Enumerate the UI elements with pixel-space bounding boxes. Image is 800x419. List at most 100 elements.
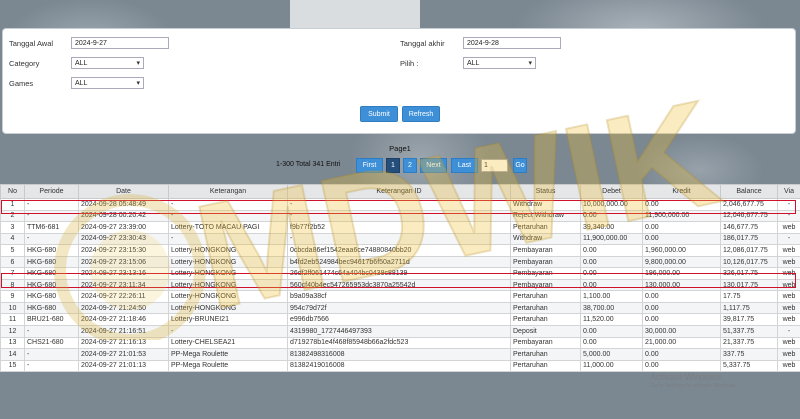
- row-keterangan: Lottery-HONGKONG: [168, 278, 288, 292]
- row-periode: -: [24, 198, 79, 211]
- row-keterangan: -: [168, 209, 288, 223]
- games-select-value: ALL: [75, 80, 88, 87]
- page-1-button[interactable]: 1: [386, 158, 400, 173]
- column-header: Debet: [580, 184, 643, 199]
- row-status: Pertaruhan: [510, 348, 581, 361]
- row-keterangan-id[interactable]: b9a09a38cf: [287, 290, 511, 303]
- next-page-button[interactable]: Next: [420, 158, 447, 173]
- filter-panel: Tanggal Awal 2024-9-27 Tanggal akhir 202…: [2, 28, 796, 134]
- row-status: Pertaruhan: [510, 313, 581, 326]
- windows-activation-line2: Go to Settings to activate Windows.: [650, 383, 737, 389]
- row-balance: 21,337.75: [720, 336, 778, 350]
- row-date: 2024-09-27 21:16:51: [78, 325, 169, 338]
- row-keterangan-id[interactable]: d719278b1e4f468f85948b66a2fdc523: [287, 336, 511, 350]
- row-date: 2024-09-28 05:48:49: [78, 198, 169, 211]
- row-keterangan-id[interactable]: 560cf40b4ec547265953dc3870a25542d: [287, 278, 511, 292]
- row-periode: -: [24, 359, 79, 373]
- table-row: 7 HKG-680 2024-09-27 23:13:16 Lottery-HONGK…: [0, 267, 800, 280]
- row-debet: 0.00: [580, 325, 643, 338]
- first-page-button[interactable]: First: [356, 158, 383, 173]
- column-header: Keterangan ID: [287, 184, 511, 199]
- tanggal-awal-label: Tanggal Awal: [9, 39, 54, 48]
- row-debet: 5,000.00: [580, 348, 643, 361]
- row-keterangan: Lottery-CHELSEA21: [168, 336, 288, 350]
- table-row: 8 HKG-680 2024-09-27 23:11:34 Lottery-HONGK…: [0, 278, 800, 292]
- row-via: -: [777, 198, 800, 211]
- row-keterangan: Lottery-HONGKONG: [168, 267, 288, 280]
- games-select[interactable]: ALL ▾: [71, 77, 144, 89]
- windows-activation-line1: Activate Windows: [650, 372, 722, 382]
- row-number: 1: [0, 198, 25, 211]
- table-row: 13 CHS21-680 2024-09-27 21:16:13 Lottery-CH…: [0, 336, 800, 350]
- top-banner-strip: [290, 0, 420, 28]
- row-number: 10: [0, 301, 25, 315]
- row-periode: HKG-680: [24, 290, 79, 303]
- row-periode: -: [24, 209, 79, 223]
- row-keterangan-id: -: [287, 232, 511, 246]
- row-keterangan-id: 4319980_1727446497393: [287, 325, 511, 338]
- column-header: No: [0, 184, 25, 199]
- category-label: Category: [9, 59, 40, 68]
- column-header: Via: [777, 184, 800, 199]
- row-number: 12: [0, 325, 25, 338]
- last-page-button[interactable]: Last: [451, 158, 478, 173]
- row-status: Pembayaran: [510, 267, 581, 280]
- column-header: Date: [78, 184, 169, 199]
- row-date: 2024-09-27 23:11:34: [78, 278, 169, 292]
- table-row: 3 TTM6-681 2024-09-27 23:39:00 Lottery-TOTO…: [0, 221, 800, 234]
- tanggal-awal-input[interactable]: 2024-9-27: [71, 37, 169, 49]
- row-kredit: 0.00: [642, 348, 721, 361]
- page-number-input[interactable]: 1: [481, 159, 508, 172]
- row-status: Deposit: [510, 325, 581, 338]
- row-number: 7: [0, 267, 25, 280]
- row-status: Pertaruhan: [510, 290, 581, 303]
- row-date: 2024-09-27 23:30:43: [78, 232, 169, 246]
- pilih-select[interactable]: ALL ▾: [463, 57, 536, 69]
- row-debet: 11,900,000.00: [580, 232, 643, 246]
- tanggal-akhir-input[interactable]: 2024-9-28: [463, 37, 561, 49]
- row-kredit: 0.00: [642, 290, 721, 303]
- row-status: Pembayaran: [510, 278, 581, 292]
- row-keterangan-id[interactable]: 81382498316008: [287, 348, 511, 361]
- chevron-down-icon: ▾: [528, 60, 532, 67]
- row-keterangan-id[interactable]: f9b77f2b52: [287, 221, 511, 234]
- row-via: -: [777, 209, 800, 223]
- row-debet: 0.00: [580, 267, 643, 280]
- row-kredit: 30,000.00: [642, 325, 721, 338]
- category-select[interactable]: ALL ▾: [71, 57, 144, 69]
- page-2-button[interactable]: 2: [403, 158, 417, 173]
- submit-button[interactable]: Submit: [360, 106, 398, 122]
- row-number: 4: [0, 232, 25, 246]
- row-keterangan-id[interactable]: 0cbcda86ef1542eaa6ce74880840bb20: [287, 244, 511, 257]
- row-via: web: [777, 255, 800, 269]
- row-kredit: 11,900,000.00: [642, 209, 721, 223]
- column-header: Status: [510, 184, 581, 199]
- row-date: 2024-09-28 00:20:42: [78, 209, 169, 223]
- row-date: 2024-09-27 23:15:06: [78, 255, 169, 269]
- row-balance: 337.75: [720, 348, 778, 361]
- row-status: Reject Withdraw: [510, 209, 581, 223]
- row-number: 6: [0, 255, 25, 269]
- row-number: 5: [0, 244, 25, 257]
- refresh-button[interactable]: Refresh: [402, 106, 440, 122]
- row-keterangan-id[interactable]: b4fd2eb524984bec94617b6f50a2711d: [287, 255, 511, 269]
- row-keterangan-id[interactable]: 81382419016008: [287, 359, 511, 373]
- row-keterangan-id[interactable]: 26df2ff061474c64a404bc0438c88139: [287, 267, 511, 280]
- go-button[interactable]: Go: [513, 158, 527, 173]
- row-kredit: 0.00: [642, 359, 721, 373]
- column-header: Balance: [720, 184, 778, 199]
- row-date: 2024-09-27 21:18:46: [78, 313, 169, 326]
- row-keterangan-id[interactable]: e996db7566: [287, 313, 511, 326]
- row-number: 3: [0, 221, 25, 234]
- row-date: 2024-09-27 21:16:13: [78, 336, 169, 350]
- row-keterangan-id[interactable]: 954c79d72f: [287, 301, 511, 315]
- row-debet: 11,000.00: [580, 359, 643, 373]
- row-keterangan: Lottery-TOTO MACAU PAGI: [168, 221, 288, 234]
- row-kredit: 21,000.00: [642, 336, 721, 350]
- row-via: -: [777, 232, 800, 246]
- row-status: Withdraw: [510, 232, 581, 246]
- row-debet: 39,340.00: [580, 221, 643, 234]
- row-status: Pertaruhan: [510, 359, 581, 373]
- row-balance: 51,337.75: [720, 325, 778, 338]
- row-kredit: 0.00: [642, 221, 721, 234]
